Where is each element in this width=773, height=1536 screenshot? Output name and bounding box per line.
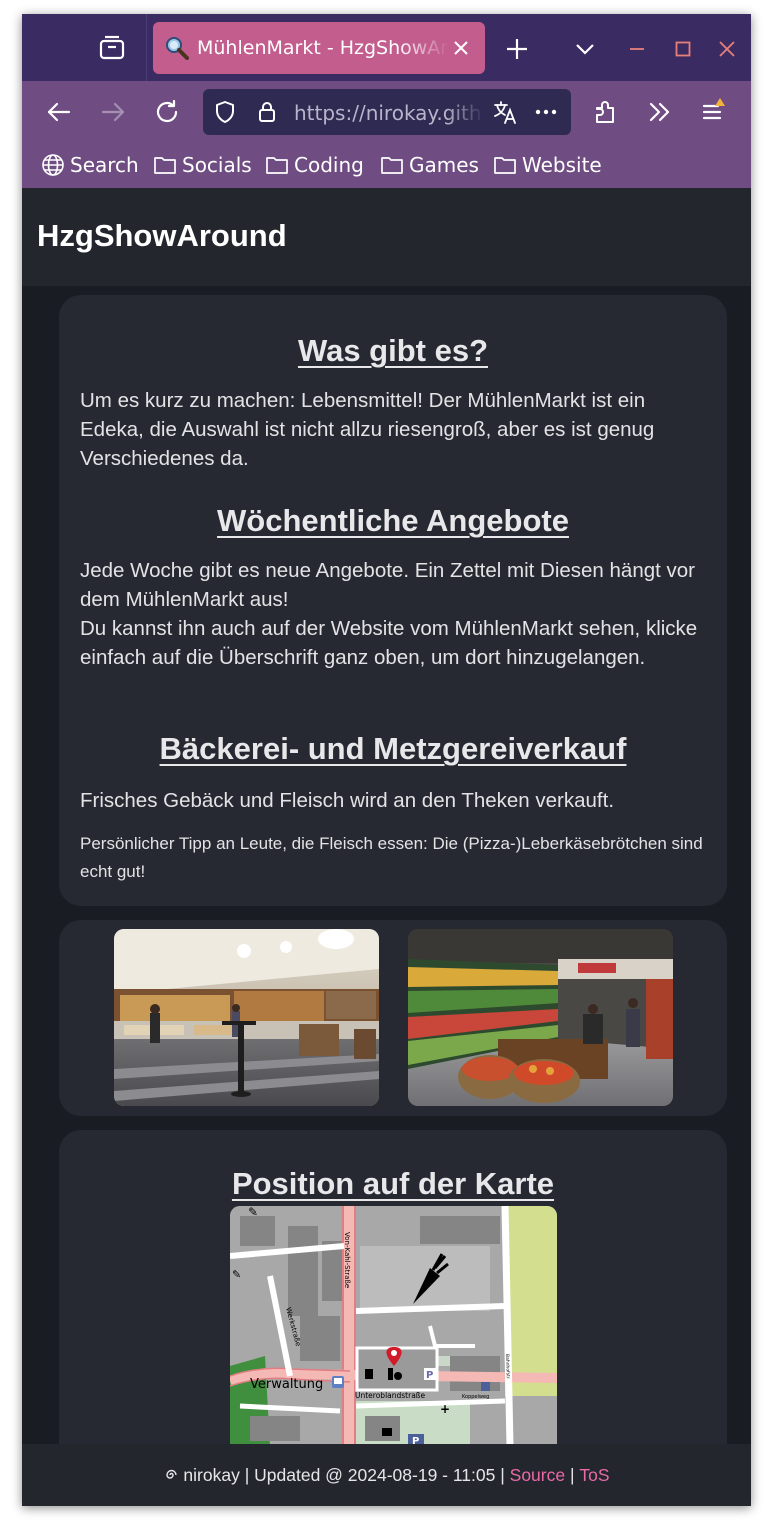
- bookmark-label: Socials: [182, 153, 252, 177]
- map-label-street-small: Koppelweg: [462, 1394, 489, 1400]
- bakery-counter-photo[interactable]: [114, 929, 379, 1106]
- forward-arrow-icon[interactable]: [97, 96, 129, 128]
- section-text: Du kannst ihn auch auf der Website vom M…: [80, 617, 698, 669]
- translate-icon[interactable]: [492, 99, 518, 125]
- site-footer: nirokay | Updated @ 2024-08-19 - 11:05 |…: [22, 1444, 751, 1506]
- map-card: Position auf der Karte P ✎ ✎ + P Verwalt…: [59, 1130, 727, 1444]
- bookmark-label: Games: [409, 153, 479, 177]
- bookmark-label: Coding: [294, 153, 364, 177]
- maximize-icon[interactable]: [668, 34, 698, 64]
- map-label-street: Unteroblandstraße: [355, 1391, 426, 1400]
- new-tab-plus-icon[interactable]: [502, 34, 532, 64]
- info-card: Was gibt es? Um es kurz zu machen: Leben…: [59, 295, 727, 906]
- folder-icon: [381, 157, 403, 174]
- section-text: Um es kurz zu machen: Lebensmittel! Der …: [80, 389, 655, 470]
- navigation-toolbar: https://nirokay.github.io/HzgShowAround/: [22, 81, 751, 143]
- bookmark-label: Search: [70, 153, 139, 177]
- site-title[interactable]: HzgShowAround: [37, 218, 287, 254]
- extensions-puzzle-icon[interactable]: [590, 96, 622, 128]
- location-map[interactable]: P ✎ ✎ + P Verwaltung Unteroblandstraße K…: [230, 1206, 557, 1444]
- photos-card: [59, 920, 727, 1116]
- minimize-icon[interactable]: [622, 34, 652, 64]
- browser-window: MühlenMarkt - HzgShowAround: [22, 14, 751, 1506]
- page-content: HzgShowAround Was gibt es? Um es kurz zu…: [22, 188, 751, 1444]
- bus-stop-icon: [332, 1376, 344, 1388]
- tip-text: Persönlicher Tipp an Leute, die Fleisch …: [80, 834, 703, 881]
- map-label-street-right: Bahnhofstr.: [504, 1354, 511, 1380]
- overflow-chevrons-icon[interactable]: [643, 96, 675, 128]
- map-label-verwaltung: Verwaltung: [250, 1377, 323, 1392]
- bookmark-socials[interactable]: Socials: [153, 151, 252, 179]
- site-header: HzgShowAround: [22, 188, 751, 286]
- reload-icon[interactable]: [151, 96, 183, 128]
- url-bar[interactable]: https://nirokay.github.io/HzgShowAround/: [203, 89, 571, 135]
- section-text: Frisches Gebäck und Fleisch wird an den …: [80, 789, 615, 812]
- bookmarks-toolbar: Search Socials Coding Games Website: [22, 143, 751, 188]
- folder-icon: [494, 157, 516, 174]
- back-arrow-icon[interactable]: [43, 96, 75, 128]
- tos-link[interactable]: ToS: [579, 1465, 609, 1486]
- svg-text:✎: ✎: [232, 1268, 241, 1281]
- svg-text:P: P: [412, 1436, 419, 1444]
- svg-text:+: +: [440, 1402, 450, 1416]
- chevron-down-icon[interactable]: [570, 34, 600, 64]
- bookmark-coding[interactable]: Coding: [265, 151, 364, 179]
- magnifier-favicon-icon: [165, 36, 189, 60]
- svg-text:P: P: [426, 1370, 433, 1381]
- close-window-icon[interactable]: [712, 34, 742, 64]
- source-link[interactable]: Source: [510, 1465, 565, 1486]
- bookmark-label: Website: [522, 153, 602, 177]
- produce-section-photo[interactable]: [408, 929, 673, 1106]
- svg-text:✎: ✎: [248, 1206, 258, 1219]
- section-heading: Bäckerei- und Metzgereiverkauf: [159, 731, 627, 766]
- shield-icon[interactable]: [213, 100, 237, 124]
- lock-icon[interactable]: [255, 100, 279, 124]
- firefox-view-icon[interactable]: [96, 32, 128, 64]
- bookmark-search[interactable]: Search: [41, 151, 139, 179]
- globe-icon: [42, 154, 64, 176]
- section-heading: Wöchentliche Angebote: [217, 503, 569, 538]
- close-tab-icon[interactable]: [449, 36, 473, 60]
- url-text[interactable]: https://nirokay.github.io/HzgShowAround/: [294, 101, 484, 125]
- more-dots-icon[interactable]: [533, 99, 559, 125]
- section-text: Jede Woche gibt es neue Angebote. Ein Ze…: [80, 559, 695, 611]
- menu-hamburger-icon[interactable]: [698, 96, 730, 128]
- tab-active[interactable]: MühlenMarkt - HzgShowAround: [153, 22, 485, 74]
- map-heading[interactable]: Position auf der Karte: [59, 1166, 727, 1202]
- section-heading: Was gibt es?: [297, 333, 489, 368]
- bookmark-website[interactable]: Website: [493, 151, 602, 179]
- footer-updated: Updated @ 2024-08-19 - 11:05: [254, 1464, 496, 1485]
- map-label-street-vertical: Von-Kahl-Straße: [343, 1232, 351, 1288]
- spiral-icon: [166, 1469, 178, 1479]
- bookmark-games[interactable]: Games: [380, 151, 479, 179]
- tab-divider: [146, 14, 147, 81]
- folder-icon: [266, 157, 288, 174]
- footer-author: nirokay: [183, 1464, 240, 1485]
- folder-icon: [154, 157, 176, 174]
- tab-title: MühlenMarkt - HzgShowAround: [197, 37, 449, 59]
- tab-bar: MühlenMarkt - HzgShowAround: [22, 14, 751, 81]
